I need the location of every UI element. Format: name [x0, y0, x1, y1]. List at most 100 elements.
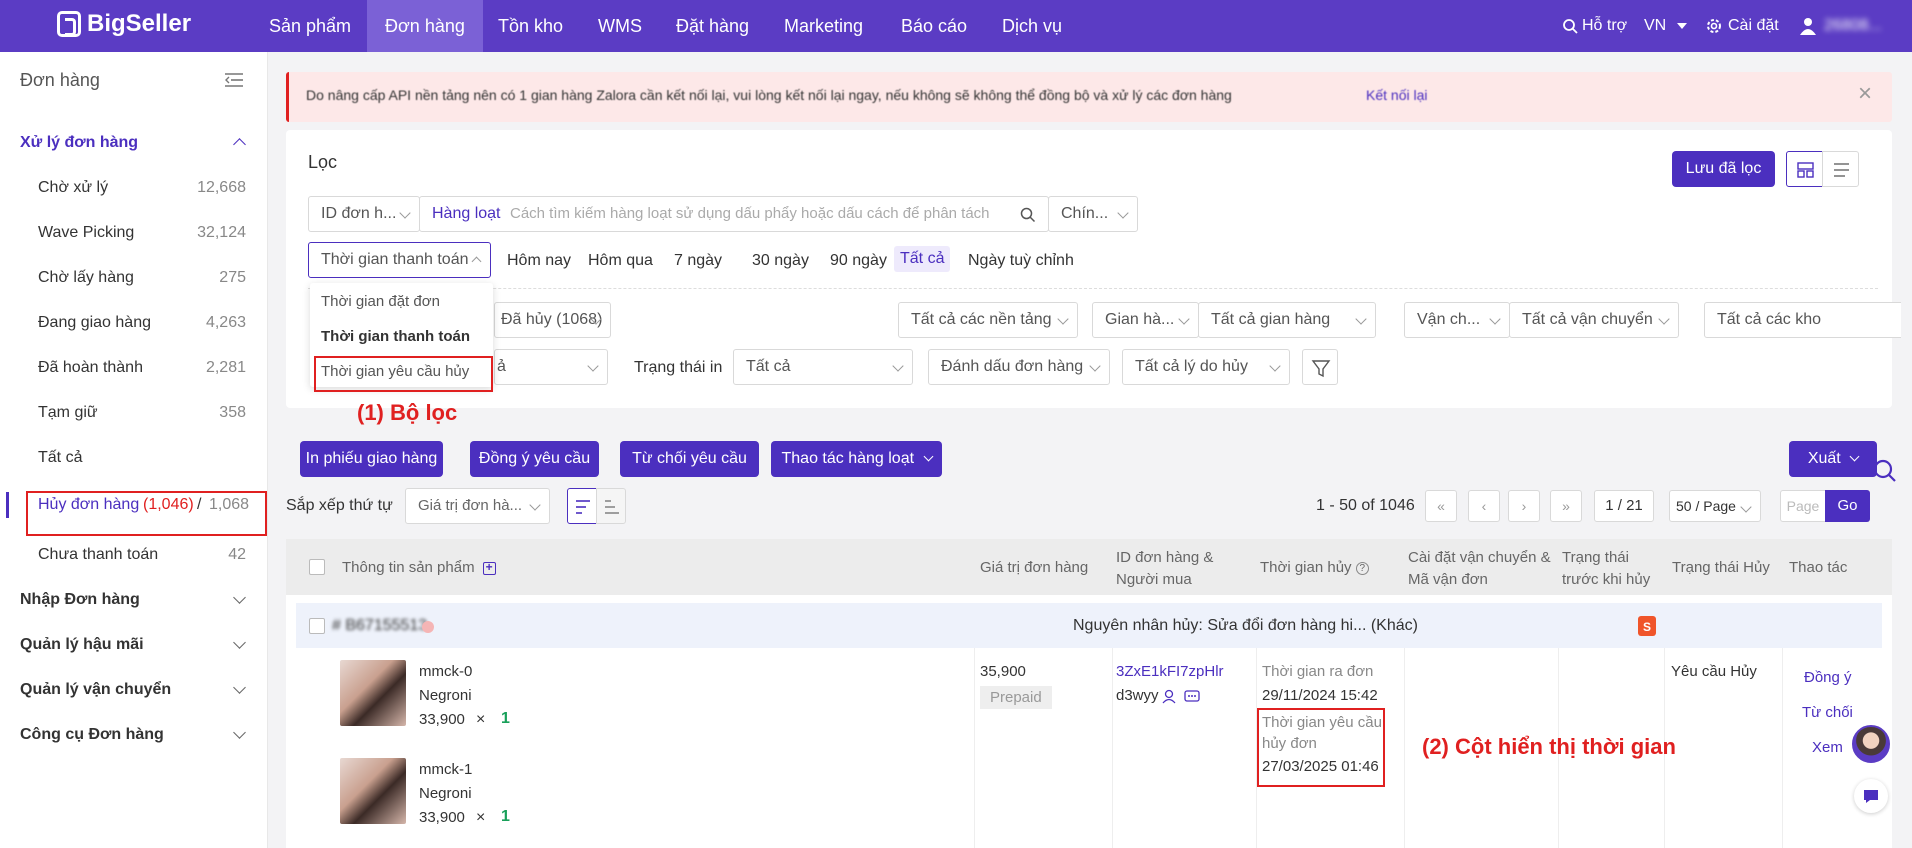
nav-products[interactable]: Sản phẩm [251, 0, 369, 52]
product-image[interactable] [340, 758, 406, 824]
help-link[interactable]: Hỗ trợ [1562, 0, 1627, 52]
settings-link[interactable]: Cài đặt [1706, 0, 1779, 52]
logo[interactable]: BigSeller [57, 10, 191, 38]
export-button[interactable]: Xuất [1789, 441, 1877, 477]
sidebar-item-all[interactable]: Tất cả [0, 435, 268, 480]
product-name[interactable]: mmck-0 [419, 663, 472, 680]
sidebar-item-unpaid[interactable]: Chưa thanh toán 42 [0, 532, 268, 577]
user-menu[interactable]: 26808... [1800, 0, 1882, 52]
nav-reports[interactable]: Báo cáo [883, 0, 985, 52]
alert-reconnect-link[interactable]: Kết nối lại [1366, 87, 1427, 103]
per-page-select[interactable]: 50 / Page [1669, 490, 1761, 522]
time-30days[interactable]: 30 ngày [752, 252, 809, 270]
select-value: Chín... [1061, 205, 1109, 222]
reject-request-button[interactable]: Từ chối yêu cầu [620, 441, 759, 477]
buyer-profile-icon[interactable] [1162, 689, 1178, 705]
search-icon[interactable] [1020, 207, 1036, 223]
warehouse-select[interactable]: Tất cả các kho [1704, 302, 1912, 338]
page-input[interactable]: Page [1780, 490, 1826, 522]
sidebar-group-tools[interactable]: Công cụ Đơn hàng [0, 712, 268, 757]
sidebar-item-label: Chưa thanh toán [38, 546, 159, 563]
first-row3-select[interactable]: ả [494, 349, 608, 385]
time-7days[interactable]: 7 ngày [674, 252, 722, 270]
select-value: 50 / Page [1676, 498, 1736, 514]
floating-search-icon[interactable] [1872, 458, 1896, 482]
chat-icon[interactable] [1184, 689, 1200, 705]
sidebar-group-import[interactable]: Nhập Đơn hàng [0, 577, 268, 622]
nav-services[interactable]: Dịch vụ [984, 0, 1080, 52]
time-90days[interactable]: 90 ngày [830, 252, 887, 270]
store-select[interactable]: Tất cả gian hàng [1198, 302, 1376, 338]
lang-select[interactable]: VN [1644, 0, 1687, 52]
chevron-down-icon [233, 591, 246, 604]
filter-icon[interactable] [1302, 349, 1338, 385]
nav-marketing[interactable]: Marketing [766, 0, 881, 52]
list-view-icon[interactable] [1822, 151, 1859, 187]
next-page-icon[interactable]: › [1508, 490, 1540, 522]
save-filter-button[interactable]: Lưu đã lọc [1672, 151, 1775, 187]
nav-orders[interactable]: Đơn hàng [367, 0, 483, 52]
nav-purchase[interactable]: Đặt hàng [658, 0, 767, 52]
grid-view-icon[interactable] [1786, 151, 1823, 187]
store-type-select[interactable]: Gian hà... [1092, 302, 1199, 338]
print-delivery-button[interactable]: In phiếu giao hàng [300, 441, 443, 477]
sidebar-group-shipping[interactable]: Quản lý vận chuyển [0, 667, 268, 712]
sidebar-item-wave-picking[interactable]: Wave Picking 32,124 [0, 210, 268, 255]
accept-request-button[interactable]: Đồng ý yêu cầu [470, 441, 599, 477]
order-checkbox[interactable] [309, 618, 325, 634]
accept-link[interactable]: Đồng ý [1804, 669, 1852, 686]
sort-select[interactable]: Giá trị đơn hà... [405, 488, 550, 524]
exact-match-select[interactable]: Chín... [1048, 196, 1138, 232]
nav-wms[interactable]: WMS [580, 0, 660, 52]
dropdown-option-payment-time[interactable]: Thời gian thanh toán [321, 328, 470, 345]
search-input[interactable]: Hàng loạt Cách tìm kiếm hàng loạt sử dụn… [419, 196, 1049, 232]
nav-inventory[interactable]: Tồn kho [480, 0, 581, 52]
support-avatar[interactable] [1852, 725, 1890, 763]
time-today[interactable]: Hôm nay [507, 252, 571, 270]
sort-desc-icon[interactable] [567, 488, 597, 524]
mark-order-select[interactable]: Đánh dấu đơn hàng [928, 349, 1110, 385]
sidebar-item-shipping[interactable]: Đang giao hàng 4,263 [0, 300, 268, 345]
sort-asc-icon[interactable] [596, 488, 626, 524]
chat-support-icon[interactable] [1854, 779, 1888, 813]
print-status-select[interactable]: Tất cả [733, 349, 913, 385]
go-button[interactable]: Go [1825, 490, 1870, 522]
sidebar-item-awaiting-pickup[interactable]: Chờ lấy hàng 275 [0, 255, 268, 300]
sidebar-item-pending[interactable]: Chờ xử lý 12,668 [0, 165, 268, 210]
time-custom[interactable]: Ngày tuỳ chỉnh [968, 252, 1074, 270]
shipping-select[interactable]: Tất cả vận chuyển [1509, 302, 1679, 338]
batch-search-link[interactable]: Hàng loạt [432, 197, 501, 231]
sidebar-title: Đơn hàng [20, 70, 100, 90]
sidebar-group-order-processing[interactable]: Xử lý đơn hàng [0, 120, 268, 165]
sidebar-item-completed[interactable]: Đã hoàn thành 2,281 [0, 345, 268, 390]
select-value: Đánh dấu đơn hàng [941, 358, 1084, 375]
product-image[interactable] [340, 660, 406, 726]
shipping-type-select[interactable]: Vận ch... [1404, 302, 1510, 338]
sidebar-item-on-hold[interactable]: Tạm giữ 358 [0, 390, 268, 435]
last-page-icon[interactable]: » [1550, 490, 1582, 522]
logo-icon [57, 11, 81, 37]
order-id-link[interactable]: 3ZxE1kFI7zpHlr [1116, 663, 1224, 680]
product-name[interactable]: mmck-1 [419, 761, 472, 778]
cancel-reason-select[interactable]: Tất cả lý do hủy [1122, 349, 1290, 385]
view-link[interactable]: Xem [1812, 739, 1843, 756]
time-type-select[interactable]: Thời gian thanh toán [308, 242, 491, 278]
dropdown-option-order-time[interactable]: Thời gian đặt đơn [321, 293, 440, 310]
sidebar-group-aftersales[interactable]: Quản lý hậu mãi [0, 622, 268, 667]
time-all[interactable]: Tất cả [894, 246, 951, 272]
order-number[interactable]: # B67155513 [332, 617, 427, 635]
select-all-checkbox[interactable] [309, 559, 325, 575]
prev-page-icon[interactable]: ‹ [1468, 490, 1500, 522]
status-select[interactable]: Đã hủy (1068) [494, 302, 611, 338]
platform-select[interactable]: Tất cả các nền tảng [898, 302, 1078, 338]
order-id-select[interactable]: ID đơn h... [308, 196, 420, 232]
help-icon[interactable]: ? [1355, 561, 1369, 575]
time-yesterday[interactable]: Hôm qua [588, 252, 653, 270]
close-icon[interactable]: × [1858, 80, 1872, 108]
first-page-icon[interactable]: « [1425, 490, 1457, 522]
collapse-sidebar-icon[interactable] [225, 72, 243, 88]
scrollbar[interactable] [1901, 52, 1912, 848]
add-column-icon[interactable]: + [482, 561, 496, 575]
reject-link[interactable]: Từ chối [1802, 704, 1853, 721]
bulk-actions-button[interactable]: Thao tác hàng loạt [771, 441, 942, 477]
